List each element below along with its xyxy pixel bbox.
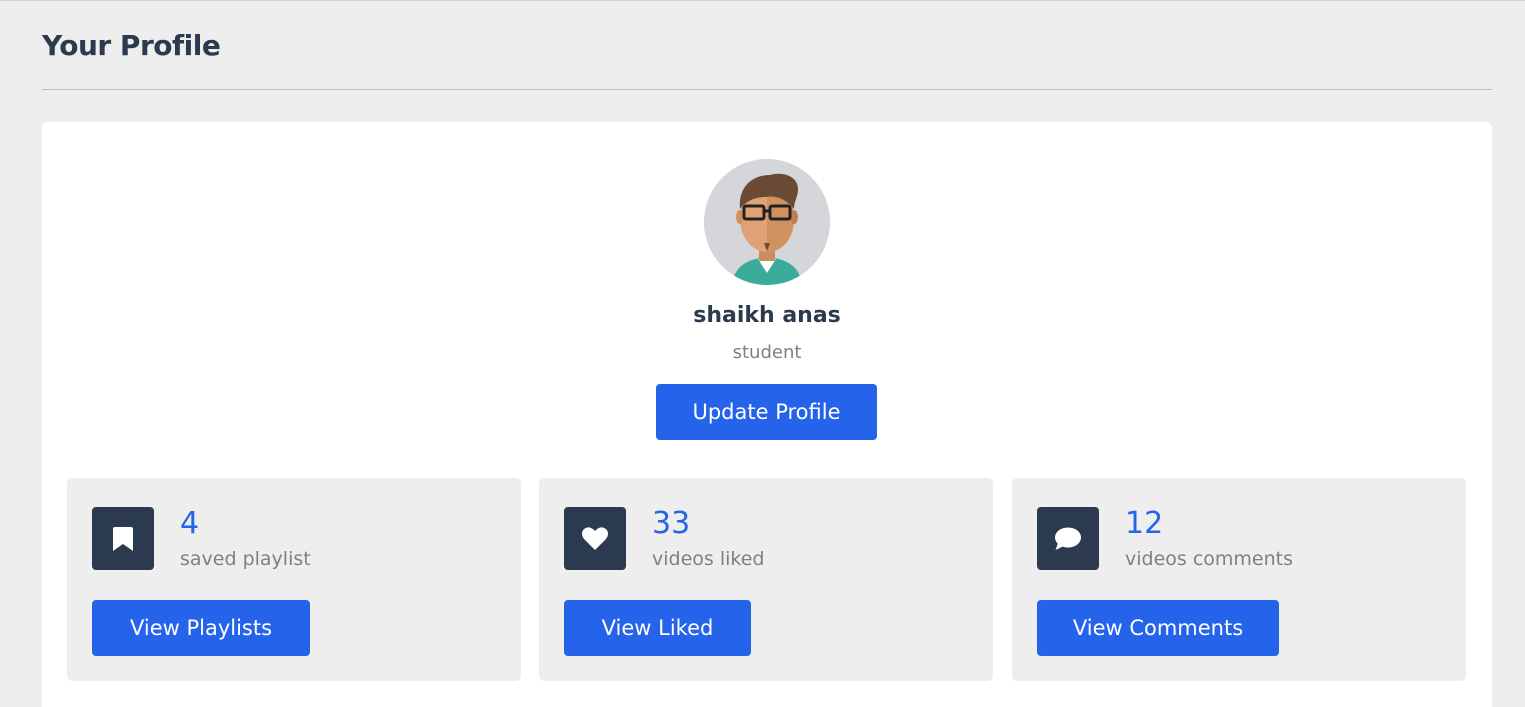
update-profile-button[interactable]: Update Profile <box>656 384 877 440</box>
videos-comments-count: 12 <box>1125 506 1164 541</box>
videos-comments-box: 12 videos comments View Comments <box>1012 478 1466 681</box>
profile-page: Your Profile shaikh anas student Update … <box>0 0 1525 707</box>
profile-card: shaikh anas student Update Profile 4 sav… <box>42 122 1492 707</box>
videos-liked-count: 33 <box>652 506 691 541</box>
videos-liked-label: videos liked <box>652 548 765 570</box>
male-avatar-icon <box>704 159 830 285</box>
avatar <box>704 159 830 285</box>
user-name: shaikh anas <box>693 303 841 328</box>
videos-comments-label: videos comments <box>1125 548 1294 570</box>
saved-playlist-count: 4 <box>180 506 200 541</box>
view-liked-button[interactable]: View Liked <box>564 600 751 656</box>
heart-icon <box>564 507 626 570</box>
title-divider <box>42 89 1492 90</box>
saved-playlist-box: 4 saved playlist View Playlists <box>67 478 521 681</box>
saved-playlist-label: saved playlist <box>180 548 311 570</box>
view-playlists-button[interactable]: View Playlists <box>92 600 310 656</box>
page-title: Your Profile <box>42 29 221 62</box>
bookmark-icon <box>92 507 154 570</box>
user-role: student <box>732 342 802 363</box>
comment-icon <box>1037 507 1099 570</box>
view-comments-button[interactable]: View Comments <box>1037 600 1279 656</box>
videos-liked-box: 33 videos liked View Liked <box>539 478 993 681</box>
